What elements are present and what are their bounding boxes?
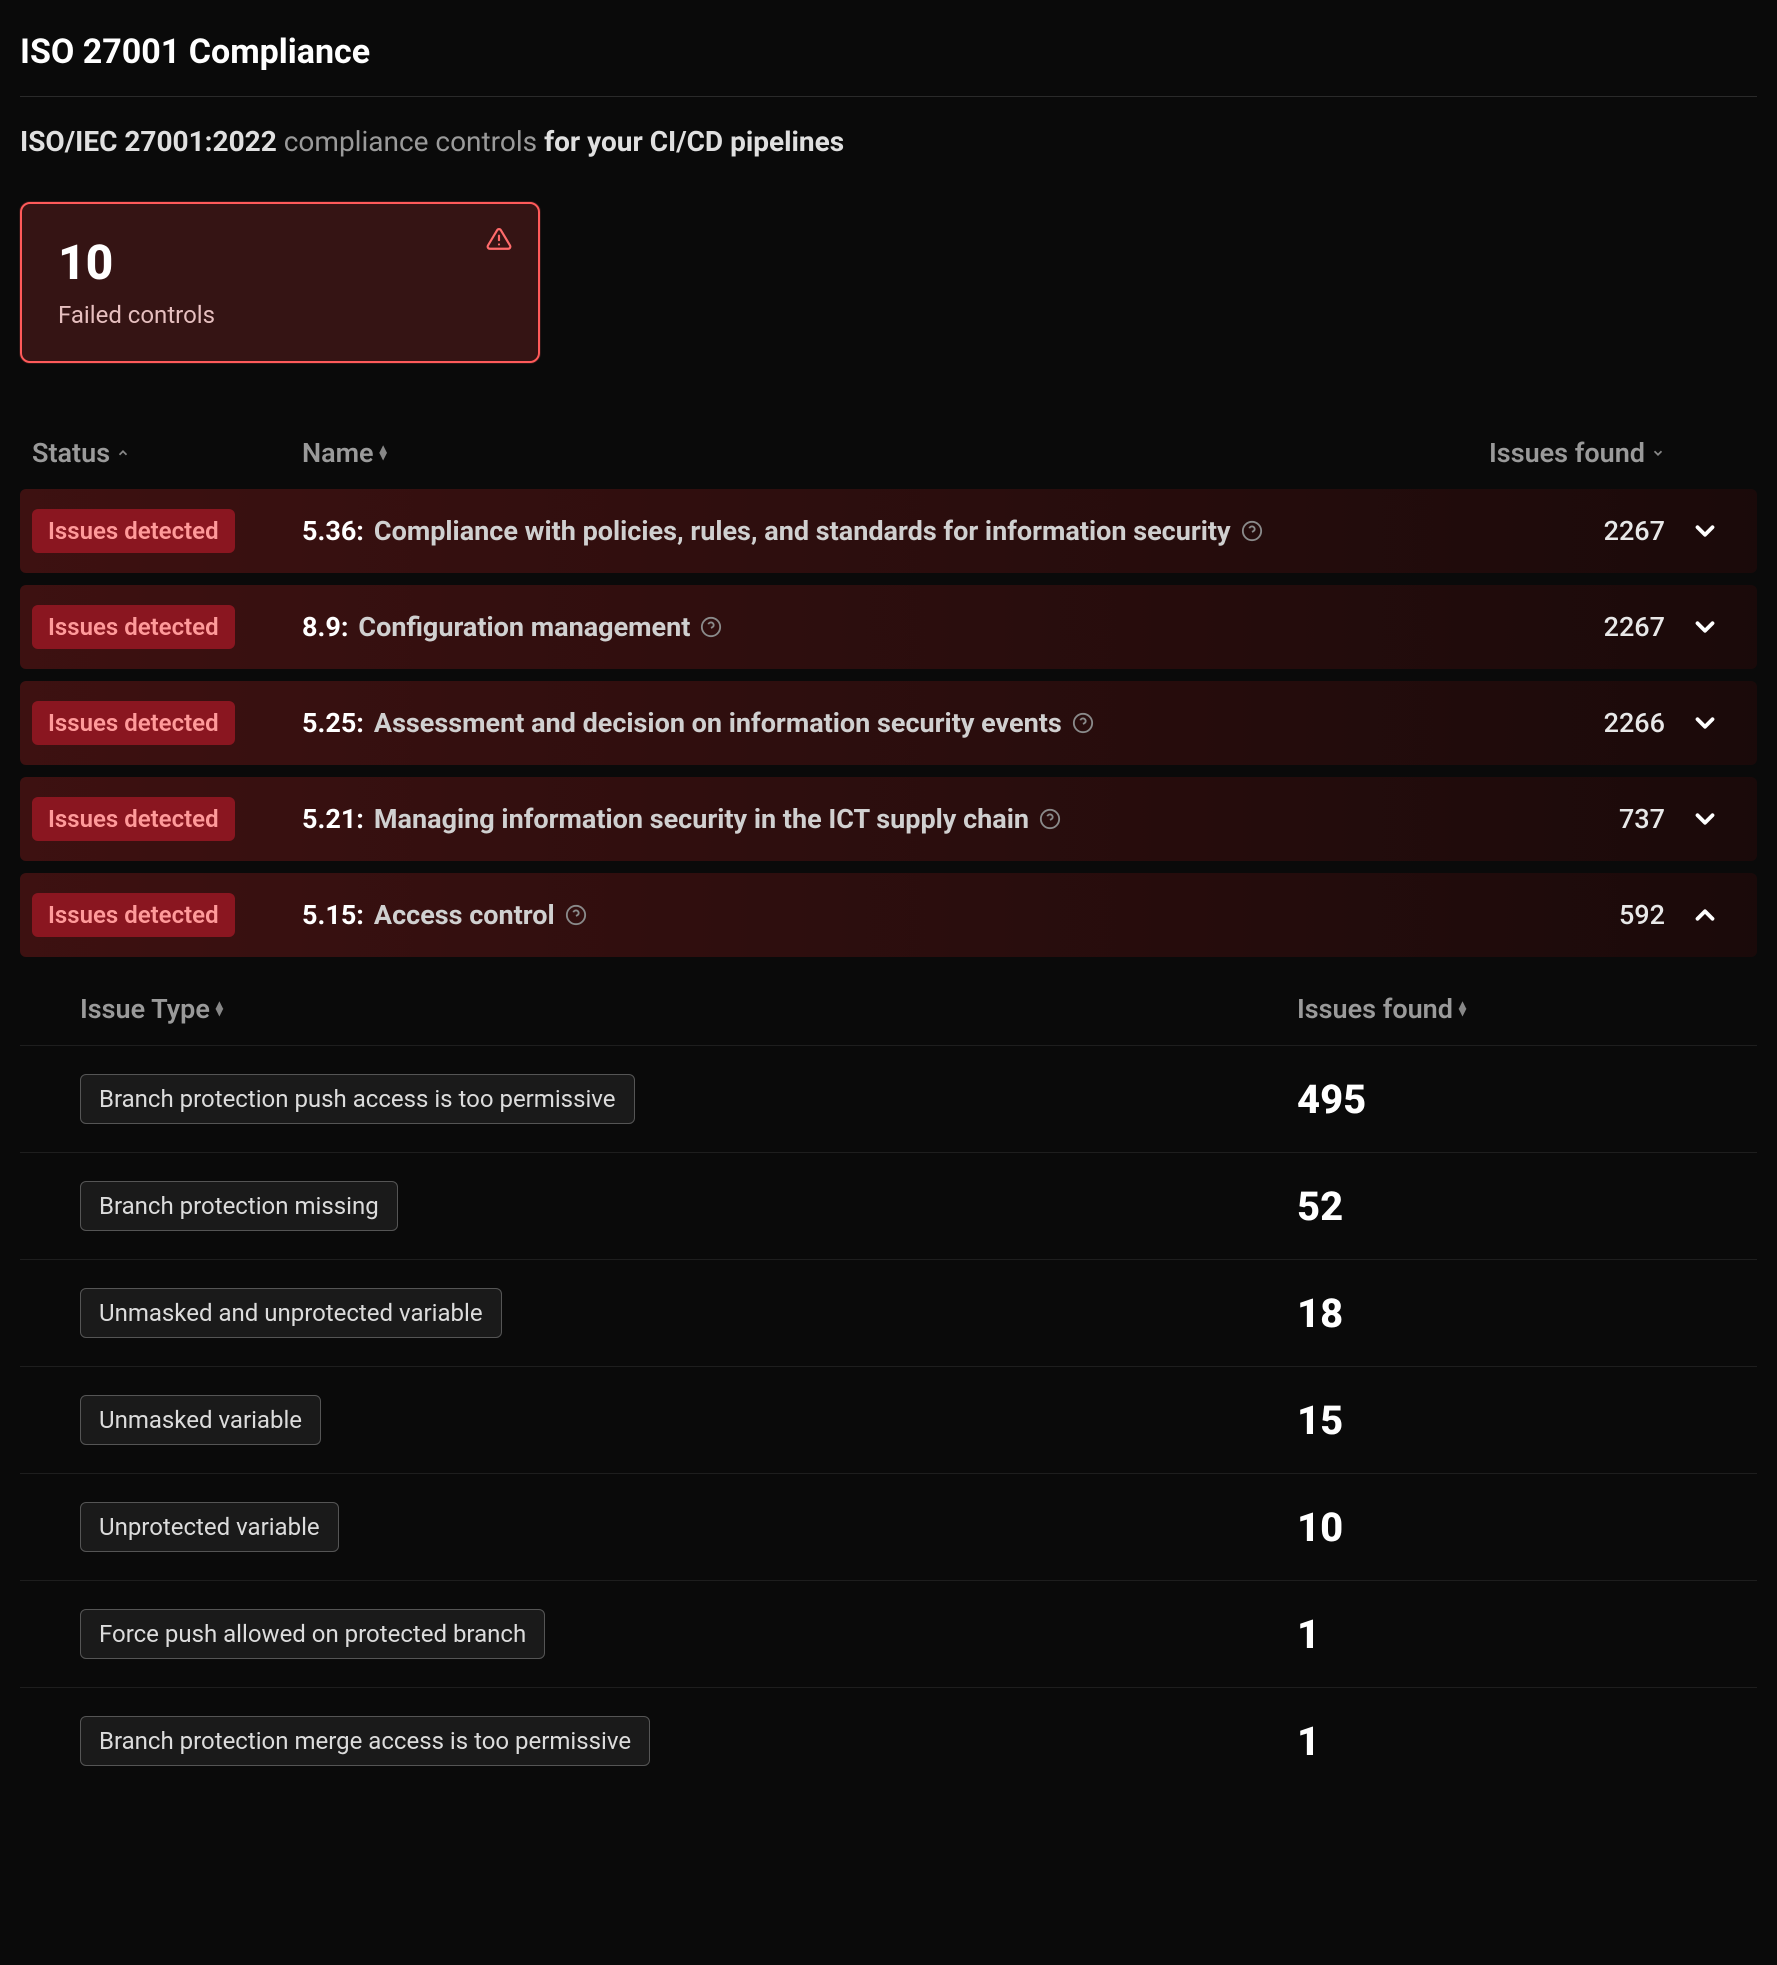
- issue-type-row[interactable]: Force push allowed on protected branch 1: [20, 1580, 1757, 1687]
- sort-icon: ▴▾: [216, 1002, 223, 1016]
- column-name[interactable]: Name ▴▾: [302, 437, 1445, 469]
- help-icon[interactable]: [1241, 520, 1263, 542]
- issues-count: 2267: [1445, 611, 1665, 643]
- control-name: 5.25: Assessment and decision on informa…: [302, 707, 1445, 739]
- status-badge: Issues detected: [32, 509, 235, 553]
- issue-type-count: 15: [1297, 1397, 1697, 1444]
- control-row[interactable]: Issues detected 8.9: Configuration manage…: [20, 585, 1757, 669]
- issue-type-count: 495: [1297, 1076, 1697, 1123]
- expand-toggle[interactable]: [1665, 804, 1745, 834]
- control-row[interactable]: Issues detected 5.25: Assessment and deci…: [20, 681, 1757, 765]
- help-icon[interactable]: [700, 616, 722, 638]
- status-badge: Issues detected: [32, 605, 235, 649]
- issue-type-count: 10: [1297, 1504, 1697, 1551]
- inner-table-header: Issue Type ▴▾Issues found ▴▾: [20, 969, 1757, 1045]
- chevron-up-icon: [1690, 900, 1720, 930]
- control-row[interactable]: Issues detected 5.21: Managing informatio…: [20, 777, 1757, 861]
- sort-desc-icon: [1651, 446, 1665, 460]
- subtitle-mid: compliance controls: [277, 125, 544, 158]
- issue-type-row[interactable]: Unmasked variable 15: [20, 1366, 1757, 1473]
- issue-type-count: 52: [1297, 1183, 1697, 1230]
- failed-controls-count: 10: [58, 234, 502, 291]
- page-title: ISO 27001 Compliance: [20, 20, 1757, 96]
- column-issues-label: Issues found: [1489, 437, 1645, 469]
- control-row[interactable]: Issues detected 5.15: Access control 592: [20, 873, 1757, 957]
- control-name: 8.9: Configuration management: [302, 611, 1445, 643]
- table-header: Status Name ▴▾ Issues found: [20, 419, 1757, 489]
- failed-controls-label: Failed controls: [58, 301, 502, 329]
- issue-type-count: 1: [1297, 1718, 1697, 1765]
- column-issues-found[interactable]: Issues found: [1445, 437, 1665, 469]
- inner-column-issues-found[interactable]: Issues found ▴▾: [1297, 993, 1697, 1025]
- issue-type-count: 1: [1297, 1611, 1697, 1658]
- issue-type-pill: Force push allowed on protected branch: [80, 1609, 545, 1659]
- expand-toggle[interactable]: [1665, 516, 1745, 546]
- failed-controls-card[interactable]: 10 Failed controls: [20, 202, 540, 363]
- issue-type-row[interactable]: Unmasked and unprotected variable 18: [20, 1259, 1757, 1366]
- sort-icon: ▴▾: [1459, 1002, 1466, 1016]
- chevron-down-icon: [1690, 612, 1720, 642]
- help-icon[interactable]: [1039, 808, 1061, 830]
- issue-type-row[interactable]: Branch protection missing 52: [20, 1152, 1757, 1259]
- expand-toggle[interactable]: [1665, 708, 1745, 738]
- warning-icon: [486, 226, 512, 252]
- control-name: 5.21: Managing information security in t…: [302, 803, 1445, 835]
- subtitle-iso: ISO/IEC 27001:2022: [20, 125, 277, 158]
- issues-count: 2267: [1445, 515, 1665, 547]
- issue-type-row[interactable]: Branch protection merge access is too pe…: [20, 1687, 1757, 1794]
- sort-asc-icon: [116, 446, 130, 460]
- chevron-down-icon: [1690, 708, 1720, 738]
- chevron-down-icon: [1690, 804, 1720, 834]
- issue-type-pill: Unmasked and unprotected variable: [80, 1288, 502, 1338]
- expand-toggle[interactable]: [1665, 612, 1745, 642]
- issues-count: 737: [1445, 803, 1665, 835]
- divider: [20, 96, 1757, 97]
- column-status-label: Status: [32, 437, 110, 469]
- issue-type-row[interactable]: Unprotected variable 10: [20, 1473, 1757, 1580]
- status-badge: Issues detected: [32, 797, 235, 841]
- issue-type-count: 18: [1297, 1290, 1697, 1337]
- issue-type-pill: Branch protection missing: [80, 1181, 398, 1231]
- help-icon[interactable]: [1072, 712, 1094, 734]
- issue-type-pill: Branch protection push access is too per…: [80, 1074, 635, 1124]
- control-name: 5.36: Compliance with policies, rules, a…: [302, 515, 1445, 547]
- expand-toggle[interactable]: [1665, 900, 1745, 930]
- issue-type-pill: Branch protection merge access is too pe…: [80, 1716, 650, 1766]
- issues-count: 592: [1445, 899, 1665, 931]
- status-badge: Issues detected: [32, 893, 235, 937]
- inner-column-issue-type[interactable]: Issue Type ▴▾: [80, 993, 1297, 1025]
- chevron-down-icon: [1690, 516, 1720, 546]
- issue-type-pill: Unmasked variable: [80, 1395, 321, 1445]
- help-icon[interactable]: [565, 904, 587, 926]
- sort-icon: ▴▾: [380, 446, 387, 460]
- column-name-label: Name: [302, 437, 374, 469]
- issues-count: 2266: [1445, 707, 1665, 739]
- column-status[interactable]: Status: [32, 437, 302, 469]
- issue-type-row[interactable]: Branch protection push access is too per…: [20, 1045, 1757, 1152]
- control-name: 5.15: Access control: [302, 899, 1445, 931]
- subtitle-target: for your CI/CD pipelines: [544, 125, 844, 158]
- issue-type-pill: Unprotected variable: [80, 1502, 339, 1552]
- page-subtitle: ISO/IEC 27001:2022 compliance controls f…: [20, 125, 1757, 158]
- status-badge: Issues detected: [32, 701, 235, 745]
- control-row[interactable]: Issues detected 5.36: Compliance with pol…: [20, 489, 1757, 573]
